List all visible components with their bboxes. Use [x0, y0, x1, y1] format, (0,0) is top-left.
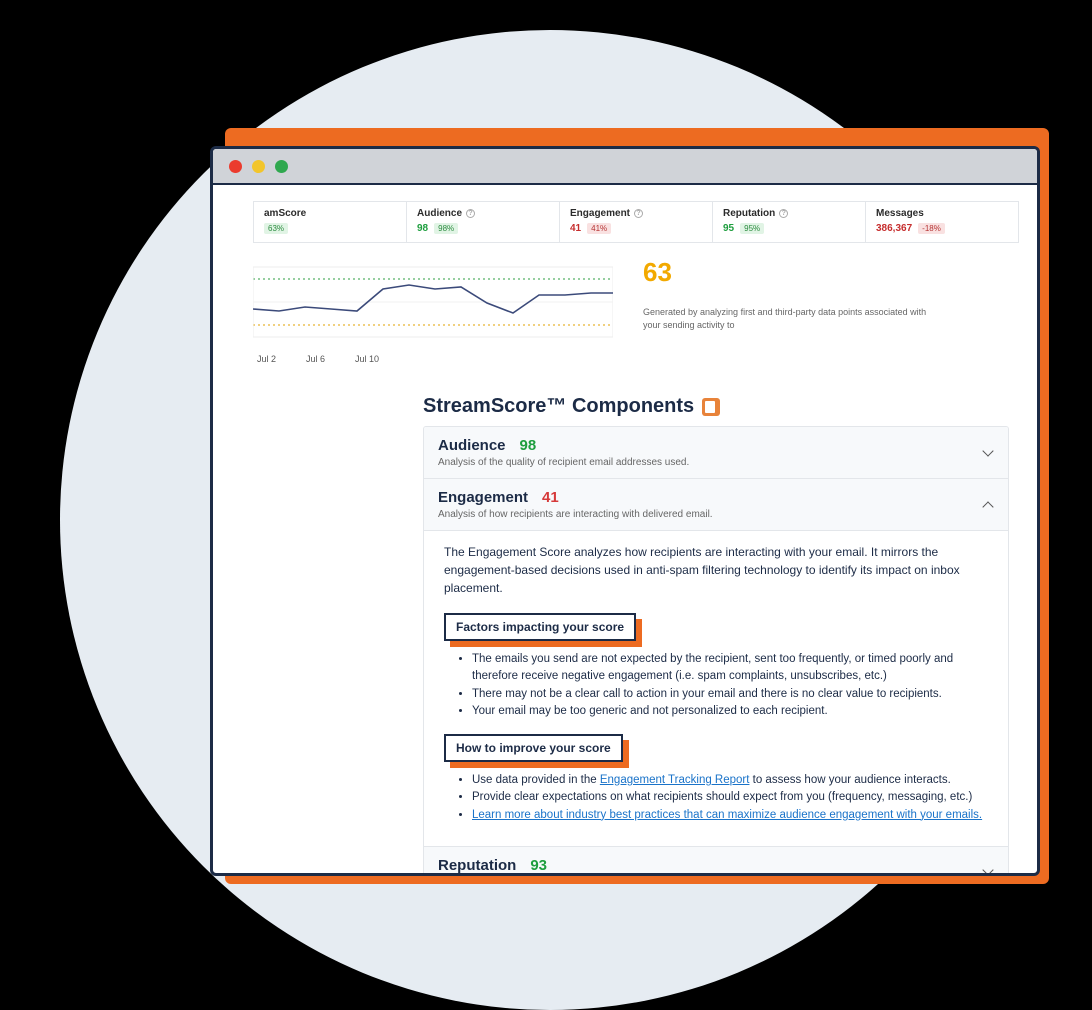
score-description: Generated by analyzing first and third-p… — [643, 306, 943, 331]
kpi-label: Engagement — [570, 208, 630, 219]
accordion-score: 93 — [530, 857, 547, 873]
kpi-pill: 95% — [740, 223, 764, 234]
factors-heading: Factors impacting your score — [444, 613, 636, 641]
factor-item: There may not be a clear call to action … — [472, 686, 988, 703]
improve-list: Use data provided in the Engagement Trac… — [444, 772, 988, 824]
info-icon[interactable]: ? — [779, 209, 788, 218]
kpi-value: 386,367 — [876, 223, 912, 234]
components-accordion: Audience 98 Analysis of the quality of r… — [423, 426, 1009, 873]
accordion-engagement-body: The Engagement Score analyzes how recipi… — [424, 531, 1008, 847]
kpi-label: Audience — [417, 208, 462, 219]
minimize-icon[interactable] — [252, 160, 265, 173]
improve-item: Learn more about industry best practices… — [472, 807, 988, 824]
chevron-up-icon — [982, 499, 994, 511]
tick: Jul 2 — [257, 354, 276, 364]
accordion-title: Engagement — [438, 489, 528, 506]
factors-callout: Factors impacting your score — [444, 613, 636, 641]
info-icon[interactable]: ? — [634, 209, 643, 218]
tick: Jul 6 — [306, 354, 325, 364]
maximize-icon[interactable] — [275, 160, 288, 173]
factor-item: The emails you send are not expected by … — [472, 651, 988, 686]
components-heading: StreamScore™ Components — [423, 395, 1009, 418]
accordion-subtitle: Analysis of the quality of recipient ema… — [438, 457, 689, 468]
chart-svg — [253, 257, 613, 347]
improve-item: Use data provided in the Engagement Trac… — [472, 772, 988, 789]
accordion-title: Audience — [438, 437, 506, 454]
kpi-messages[interactable]: Messages 386,367 -18% — [866, 201, 1019, 243]
components-title-text: StreamScore™ Components — [423, 395, 694, 418]
kpi-pill: 98% — [434, 223, 458, 234]
accordion-reputation[interactable]: Reputation 93 Analysis of feedback recei… — [424, 847, 1008, 873]
kpi-pill: -18% — [918, 223, 945, 234]
kpi-value: 41 — [570, 223, 581, 234]
best-practices-link[interactable]: Learn more about industry best practices… — [472, 809, 982, 821]
kpi-reputation[interactable]: Reputation? 95 95% — [713, 201, 866, 243]
info-icon[interactable]: ? — [466, 209, 475, 218]
engagement-intro: The Engagement Score analyzes how recipi… — [444, 543, 988, 597]
notebook-icon — [702, 398, 720, 416]
kpi-row: amScore 63% Audience? 98 98% Engagement? … — [213, 185, 1037, 243]
chart-x-ticks: Jul 2 Jul 6 Jul 10 — [253, 354, 613, 364]
accordion-engagement[interactable]: Engagement 41 Analysis of how recipients… — [424, 479, 1008, 531]
kpi-pill: 41% — [587, 223, 611, 234]
improve-heading: How to improve your score — [444, 734, 623, 762]
tick: Jul 10 — [355, 354, 379, 364]
kpi-streamscore[interactable]: amScore 63% — [253, 201, 407, 243]
window-titlebar — [213, 149, 1037, 185]
accordion-subtitle: Analysis of how recipients are interacti… — [438, 509, 713, 520]
chevron-down-icon — [982, 866, 994, 873]
factors-list: The emails you send are not expected by … — [444, 651, 988, 720]
trend-chart: Jul 2 Jul 6 Jul 10 — [253, 257, 613, 364]
kpi-label: Messages — [876, 208, 924, 219]
kpi-engagement[interactable]: Engagement? 41 41% — [560, 201, 713, 243]
score-detail: 63 Generated by analyzing first and thir… — [643, 257, 1019, 364]
factor-item: Your email may be too generic and not pe… — [472, 703, 988, 720]
kpi-audience[interactable]: Audience? 98 98% — [407, 201, 560, 243]
improve-callout: How to improve your score — [444, 734, 623, 762]
kpi-label: Reputation — [723, 208, 775, 219]
content-area: amScore 63% Audience? 98 98% Engagement? … — [213, 185, 1037, 873]
overall-score: 63 — [643, 257, 1019, 288]
kpi-value: 95 — [723, 223, 734, 234]
accordion-score: 98 — [520, 437, 537, 454]
close-icon[interactable] — [229, 160, 242, 173]
accordion-title: Reputation — [438, 857, 516, 873]
engagement-tracking-link[interactable]: Engagement Tracking Report — [600, 774, 750, 786]
components-panel: StreamScore™ Components Audience 98 Anal… — [423, 395, 1009, 873]
chevron-down-icon — [982, 447, 994, 459]
improve-item: Provide clear expectations on what recip… — [472, 789, 988, 806]
kpi-pill: 63% — [264, 223, 288, 234]
accordion-audience[interactable]: Audience 98 Analysis of the quality of r… — [424, 427, 1008, 479]
accordion-score: 41 — [542, 489, 559, 506]
chart-area: Jul 2 Jul 6 Jul 10 63 Generated by analy… — [253, 257, 1019, 364]
kpi-value: 98 — [417, 223, 428, 234]
app-window: amScore 63% Audience? 98 98% Engagement? … — [210, 146, 1040, 876]
kpi-label: amScore — [264, 208, 306, 219]
